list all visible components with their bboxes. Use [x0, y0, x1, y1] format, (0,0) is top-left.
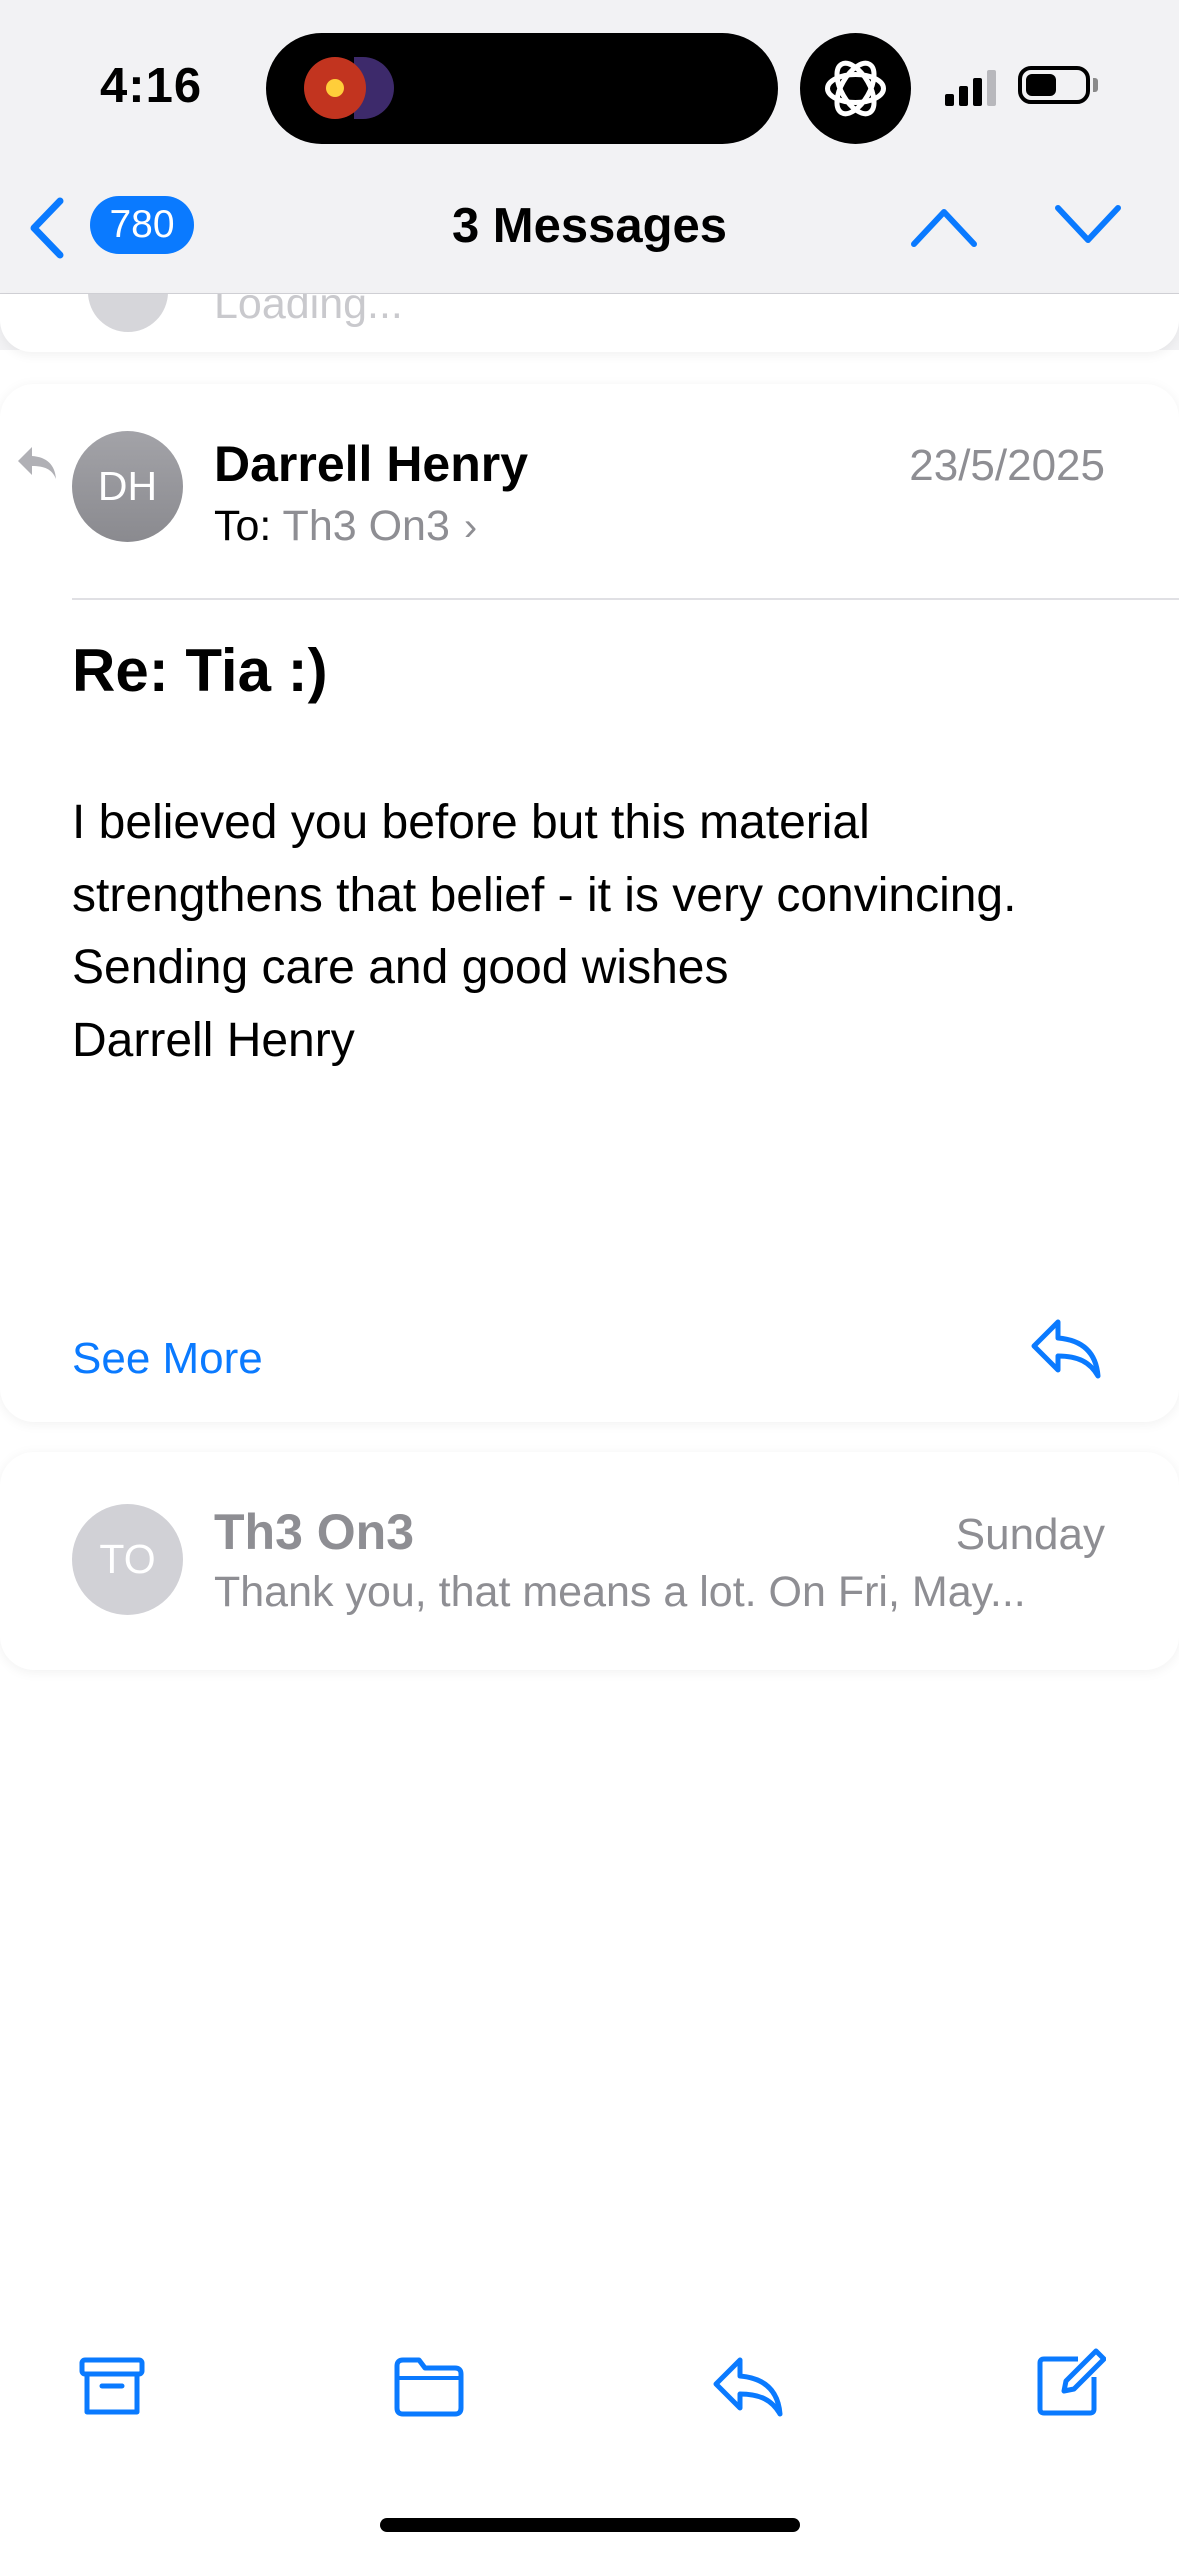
to-label: To:	[214, 502, 272, 550]
weather-app-icon	[304, 57, 366, 119]
page-title: 3 Messages	[451, 199, 728, 253]
avatar	[88, 294, 168, 332]
previous-message-chevron-up-icon[interactable]	[908, 200, 980, 252]
sender-name[interactable]: Darrell Henry	[214, 435, 528, 493]
folder-icon[interactable]	[393, 2352, 465, 2420]
chevron-right-icon: ›	[463, 505, 478, 549]
message-body: I believed you before but this material …	[72, 787, 1142, 1077]
message-date: Sunday	[955, 1510, 1105, 1559]
message-preview: Thank you, that means a lot. On Fri, May…	[214, 1568, 1026, 1616]
message-subject: Re: Tia :)	[72, 637, 328, 704]
avatar: TO	[72, 1504, 183, 1615]
message-date: 23/5/2025	[909, 441, 1105, 490]
body-line: Sending care and good wishes	[72, 941, 729, 994]
body-line: strengthens that belief - it is very con…	[72, 868, 1017, 922]
archive-icon[interactable]	[76, 2352, 148, 2420]
reply-icon[interactable]	[1028, 1316, 1104, 1382]
compose-icon[interactable]	[1034, 2347, 1107, 2416]
recipient-name[interactable]: Th3 On3	[283, 502, 450, 550]
recipient-line[interactable]: To: Th3 On3 ›	[214, 502, 477, 551]
battery-icon	[1018, 66, 1090, 104]
previous-message-card[interactable]: Loading...	[0, 294, 1179, 352]
sender-name: Th3 On3	[214, 1504, 415, 1560]
reply-icon[interactable]	[712, 2352, 784, 2420]
home-indicator	[380, 2518, 800, 2532]
dynamic-island	[266, 33, 778, 144]
previous-message-preview: Loading...	[214, 294, 403, 328]
next-message-chevron-down-icon[interactable]	[1052, 200, 1124, 252]
status-time: 4:16	[100, 59, 203, 113]
replied-indicator-icon	[14, 443, 60, 483]
see-more-link[interactable]: See More	[72, 1334, 263, 1384]
header-divider	[72, 598, 1179, 600]
body-line: I believed you before but this material	[72, 796, 870, 849]
battery-cap	[1093, 78, 1098, 92]
avatar[interactable]: DH	[72, 431, 183, 542]
chatgpt-app-icon	[800, 33, 911, 144]
body-line: Darrell Henry	[72, 1013, 355, 1067]
cellular-signal-icon	[945, 66, 1003, 106]
